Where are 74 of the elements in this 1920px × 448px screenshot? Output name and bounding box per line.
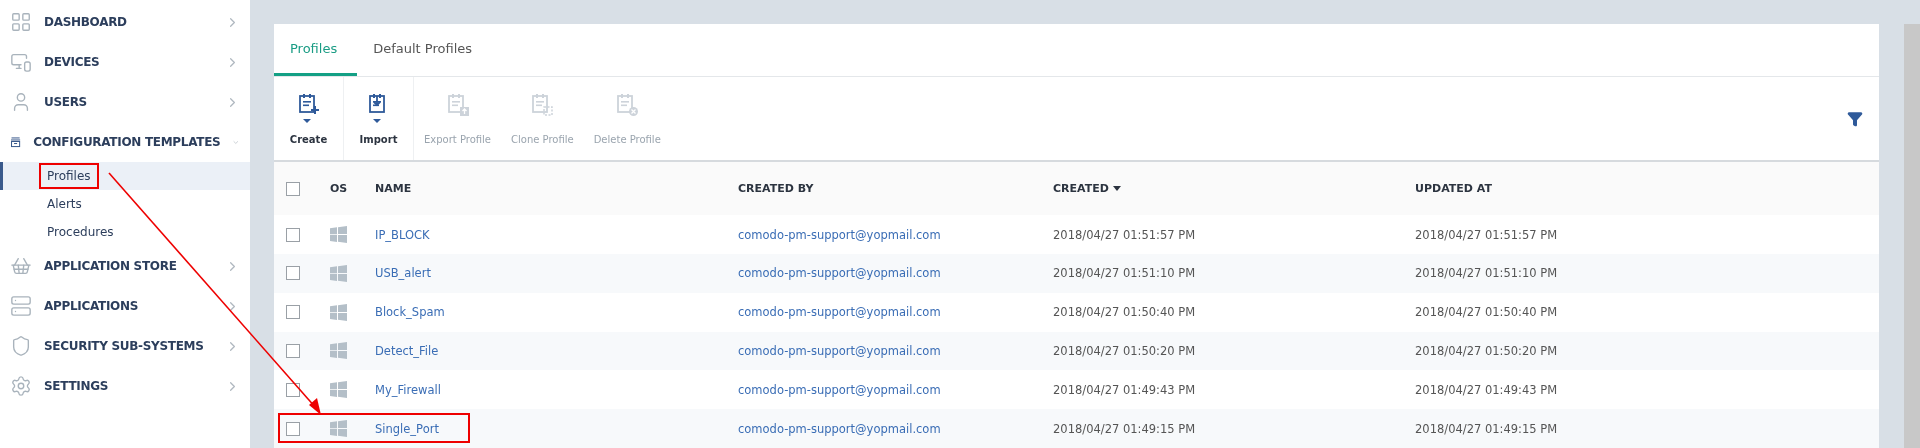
checkbox[interactable]: [286, 382, 300, 397]
nav-label: APPLICATION STORE: [44, 259, 178, 273]
devices-icon: [10, 51, 32, 73]
windows-icon: [330, 303, 347, 321]
checkbox[interactable]: [286, 227, 300, 242]
profile-name-link[interactable]: USB_alert: [375, 266, 738, 281]
table-cell-text: 2018/04/27 01:51:57 PM: [1415, 227, 1559, 242]
checkbox[interactable]: [286, 421, 300, 436]
checkbox[interactable]: [286, 181, 300, 196]
email-link[interactable]: comodo-pm-support@yopmail.com: [738, 421, 1053, 436]
table-cell-text: 2018/04/27 01:51:10 PM: [1053, 266, 1197, 281]
profile-name-link[interactable]: Block_Spam: [375, 305, 738, 320]
windows-icon: [330, 420, 347, 438]
nav-label: DEVICES: [44, 55, 101, 69]
nav-subitem[interactable]: Profiles: [0, 162, 250, 190]
email-link[interactable]: comodo-pm-support@yopmail.com: [738, 305, 1053, 320]
nav-label: APPLICATIONS: [44, 299, 140, 313]
server-icon: [10, 295, 32, 317]
nav-item[interactable]: APPLICATION STORE: [0, 246, 250, 286]
subitem-label: Procedures: [46, 224, 115, 241]
grid-icon: [10, 11, 32, 33]
windows-icon: [330, 381, 347, 399]
profile-name-link[interactable]: Single_Port: [375, 421, 738, 436]
table-cell-text: 2018/04/27 01:50:20 PM: [1415, 343, 1559, 358]
email-link[interactable]: comodo-pm-support@yopmail.com: [738, 227, 1053, 242]
shield-icon: [10, 335, 32, 357]
nav-item[interactable]: DASHBOARD: [0, 2, 250, 42]
profile-name-link[interactable]: Detect_File: [375, 343, 738, 358]
windows-icon: [330, 264, 347, 282]
sort-down-icon: [1112, 186, 1121, 192]
nav-item[interactable]: USERS: [0, 82, 250, 122]
column-header[interactable]: CREATED: [1053, 182, 1415, 196]
tab[interactable]: Default Profiles: [357, 24, 493, 76]
table-cell-text: 2018/04/27 01:49:43 PM: [1415, 382, 1559, 397]
nav-item[interactable]: APPLICATIONS: [0, 286, 250, 326]
table-cell-text: 2018/04/27 01:49:15 PM: [1053, 421, 1197, 436]
column-header[interactable]: CREATED BY: [738, 182, 1053, 196]
nav-label: CONFIGURATION TEMPLATES: [33, 135, 221, 149]
column-header[interactable]: NAME: [375, 182, 738, 196]
basket-icon: [10, 255, 32, 277]
filter-icon[interactable]: [1847, 110, 1863, 127]
nav-item[interactable]: CONFIGURATION TEMPLATES: [0, 122, 250, 162]
subitem-label: Alerts: [46, 196, 83, 213]
scrollbar[interactable]: [1904, 24, 1920, 448]
table-cell-text: 2018/04/27 01:50:20 PM: [1053, 343, 1197, 358]
table-cell-text: 2018/04/27 01:49:43 PM: [1053, 382, 1197, 397]
nav-item[interactable]: SECURITY SUB-SYSTEMS: [0, 326, 250, 366]
nav-label: DASHBOARD: [44, 15, 128, 29]
profile-name-link[interactable]: IP_BLOCK: [375, 227, 738, 242]
nav-subitem[interactable]: Procedures: [0, 218, 250, 246]
table-cell-text: 2018/04/27 01:49:15 PM: [1415, 421, 1559, 436]
column-header[interactable]: OS: [330, 182, 375, 196]
profile-name-link[interactable]: My_Firewall: [375, 382, 738, 397]
checkbox[interactable]: [286, 343, 300, 358]
highlighted-label: Profiles: [41, 165, 97, 187]
nav-label: SETTINGS: [44, 379, 110, 393]
table-cell-text: 2018/04/27 01:50:40 PM: [1053, 305, 1197, 320]
table-cell-text: 2018/04/27 01:51:57 PM: [1053, 227, 1197, 242]
column-header[interactable]: UPDATED AT: [1415, 182, 1879, 196]
email-link[interactable]: comodo-pm-support@yopmail.com: [738, 343, 1053, 358]
nav-item[interactable]: SETTINGS: [0, 366, 250, 406]
checkbox[interactable]: [286, 305, 300, 320]
email-link[interactable]: comodo-pm-support@yopmail.com: [738, 382, 1053, 397]
windows-icon: [330, 226, 347, 243]
checkbox[interactable]: [286, 266, 300, 281]
nav-item[interactable]: DEVICES: [0, 42, 250, 82]
nav-label: SECURITY SUB-SYSTEMS: [44, 339, 205, 353]
table-cell-text: 2018/04/27 01:51:10 PM: [1415, 266, 1559, 281]
nav-subitem[interactable]: Alerts: [0, 190, 250, 218]
table-cell-text: 2018/04/27 01:50:40 PM: [1415, 305, 1559, 320]
nav-label: USERS: [44, 95, 88, 109]
email-link[interactable]: comodo-pm-support@yopmail.com: [738, 266, 1053, 281]
windows-icon: [330, 342, 347, 360]
settings-icon: [10, 375, 32, 397]
